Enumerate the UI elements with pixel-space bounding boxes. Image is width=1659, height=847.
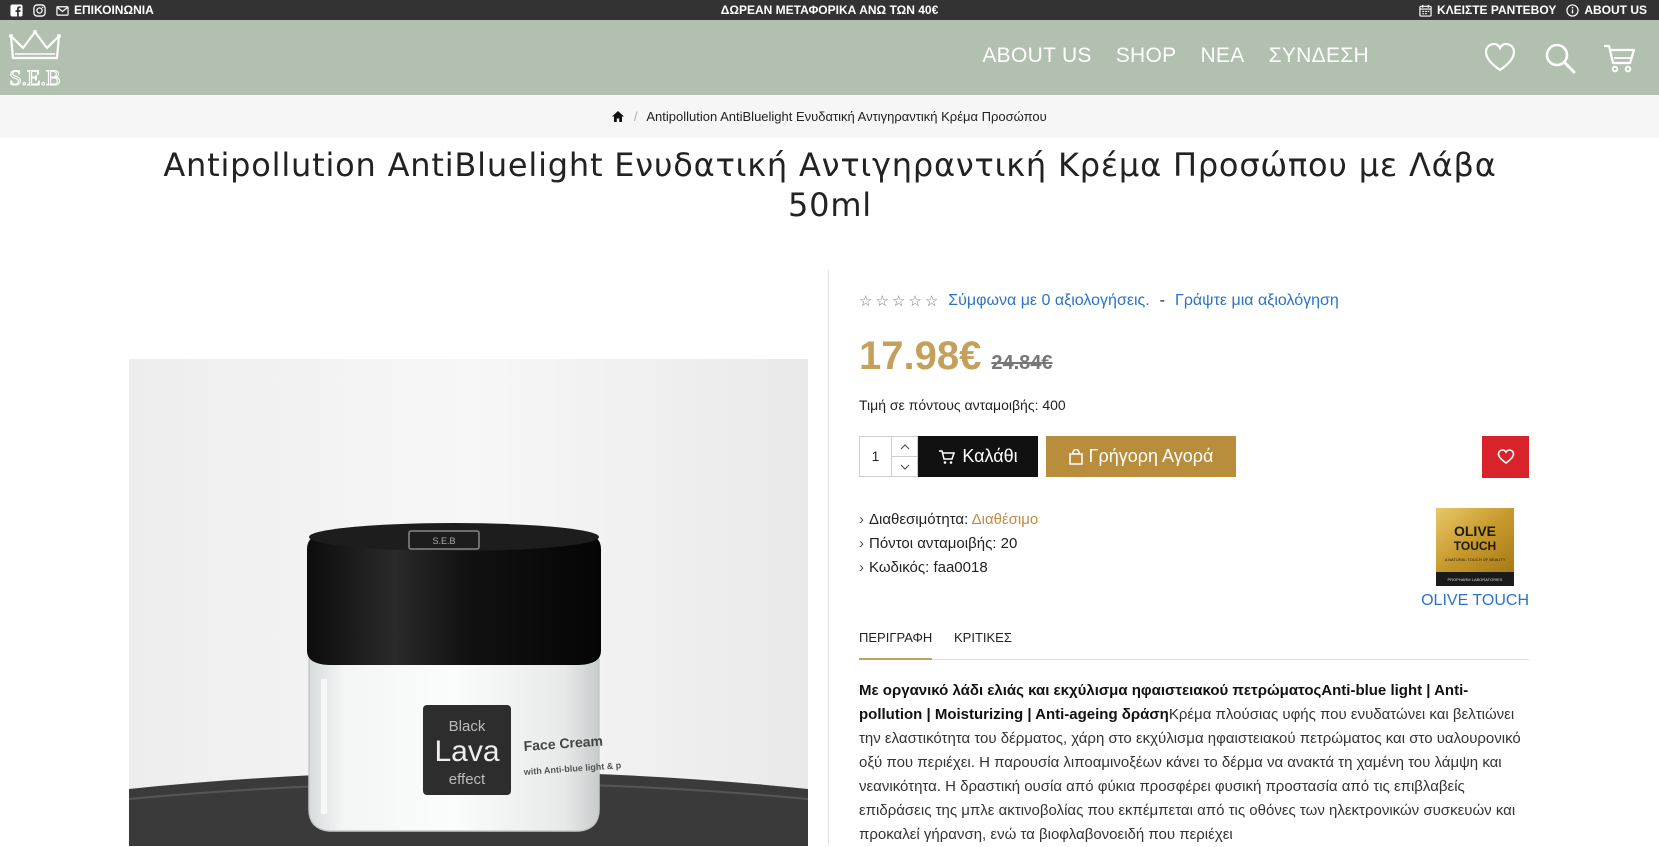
- star-icon: ☆: [924, 293, 939, 310]
- quick-buy-button[interactable]: Γρήγορη Αγορά: [1046, 436, 1236, 477]
- product-code-row: › Κωδικός: faa0018: [859, 556, 1038, 580]
- product-image[interactable]: S.E.B Black Lava effect Face Cream with …: [129, 359, 808, 846]
- shopping-bag-icon: [1068, 448, 1083, 465]
- old-price: 24.84€: [991, 352, 1053, 374]
- cart-icon: [939, 449, 956, 464]
- reward-points: Πόντοι ανταμοιβής: 20: [869, 535, 1018, 552]
- reviews-separator: -: [1159, 292, 1165, 309]
- svg-text:A NATURAL TOUCH OF BEAUTY: A NATURAL TOUCH OF BEAUTY: [1445, 557, 1506, 562]
- page-title: Antipollution AntiBluelight Ενυδατική Αν…: [163, 146, 1497, 224]
- cart-icon[interactable]: [1603, 42, 1637, 74]
- breadcrumb-separator: /: [633, 109, 638, 124]
- tab-reviews[interactable]: ΚΡΙΤΙΚΕΣ: [954, 630, 1012, 645]
- promo-text: ΔΩΡΕΑΝ ΜΕΤΑΦΟΡΙΚΑ ΑΝΩ ΤΩΝ 40€: [720, 3, 939, 17]
- availability-value: Διαθέσιμο: [971, 511, 1039, 528]
- chevron-up-icon[interactable]: [892, 437, 917, 457]
- calendar-icon: [1419, 4, 1432, 17]
- heart-icon: [1497, 449, 1514, 464]
- breadcrumb: / Antipollution AntiBluelight Ενυδατική …: [0, 95, 1659, 138]
- quick-buy-label: Γρήγορη Αγορά: [1088, 446, 1214, 466]
- svg-text:S.E.B: S.E.B: [432, 536, 455, 546]
- star-icon: ☆: [908, 293, 922, 310]
- svg-text:OLIVE: OLIVE: [1454, 523, 1496, 539]
- chevron-right-icon: ›: [859, 511, 864, 528]
- add-to-cart-label: Καλάθι: [962, 446, 1018, 466]
- description-text: Κρέμα πλούσιας υφής που ενυδατώνει και β…: [859, 706, 1521, 843]
- chevron-right-icon: ›: [859, 559, 864, 576]
- site-header: S.E.B ABOUT US SHOP ΝΕΑ ΣΥΝΔΕΣΗ: [0, 20, 1659, 95]
- reward-points-row: › Πόντοι ανταμοιβής: 20: [859, 532, 1038, 556]
- brand-logo[interactable]: OLIVE TOUCH A NATURAL TOUCH OF BEAUTY PR…: [1436, 508, 1514, 586]
- chevron-right-icon: ›: [859, 535, 864, 552]
- product-description: Με οργανικό λάδι ελιάς και εκχύλισμα ηφα…: [859, 679, 1527, 847]
- brand-link[interactable]: OLIVE TOUCH: [1420, 592, 1529, 610]
- star-rating: ☆ ☆ ☆ ☆ ☆: [859, 292, 938, 310]
- availability-row: › Διαθεσιμότητα: Διαθέσιμο: [859, 508, 1038, 532]
- heart-icon[interactable]: [1483, 42, 1517, 74]
- current-price: 17.98€: [859, 334, 982, 378]
- quantity-input[interactable]: 1: [859, 436, 892, 477]
- nav-item-login[interactable]: ΣΥΝΔΕΣΗ: [1269, 44, 1369, 68]
- reviews-count-link[interactable]: Σύμφωνα με 0 αξιολογήσεις.: [948, 292, 1149, 310]
- add-to-cart-button[interactable]: Καλάθι: [918, 436, 1038, 477]
- rating-row: ☆ ☆ ☆ ☆ ☆ Σύμφωνα με 0 αξιολογήσεις. - Γράψτ…: [859, 292, 1339, 310]
- search-icon[interactable]: [1543, 42, 1577, 74]
- tab-description[interactable]: ΠΕΡΙΓΡΑΦΗ: [859, 630, 933, 660]
- top-bar: ΕΠΙΚΟΙΝΩΝΙΑ ΔΩΡΕΑΝ ΜΕΤΑΦΟΡΙΚΑ ΑΝΩ ΤΩΝ 40…: [0, 0, 1659, 20]
- svg-text:effect: effect: [449, 771, 486, 788]
- breadcrumb-current: Antipollution AntiBluelight Ενυδατική Αν…: [646, 109, 1047, 124]
- nav-item-about[interactable]: ABOUT US: [982, 44, 1091, 68]
- appointment-link[interactable]: ΚΛΕΙΣΤΕ ΡΑΝΤΕΒΟΥ: [1419, 3, 1556, 17]
- about-link[interactable]: ABOUT US: [1566, 3, 1647, 17]
- quantity-stepper: [892, 436, 918, 477]
- about-label: ABOUT US: [1584, 3, 1647, 17]
- star-icon: ☆: [875, 293, 889, 310]
- logo[interactable]: S.E.B: [8, 28, 62, 91]
- home-icon[interactable]: [612, 109, 625, 124]
- chevron-down-icon[interactable]: [892, 457, 917, 476]
- column-divider: [828, 270, 829, 846]
- appointment-label: ΚΛΕΙΣΤΕ ΡΑΝΤΕΒΟΥ: [1437, 3, 1557, 17]
- info-icon: [1566, 3, 1580, 17]
- star-icon: ☆: [859, 293, 873, 310]
- buy-row: 1 Καλάθι Γρήγορη Αγορά: [859, 436, 1236, 477]
- product-tabs: ΠΕΡΙΓΡΑΦΗ ΚΡΙΤΙΚΕΣ: [859, 626, 1529, 660]
- nav-item-shop[interactable]: SHOP: [1116, 44, 1177, 68]
- svg-text:S.E.B: S.E.B: [9, 65, 60, 90]
- product-code: Κωδικός: faa0018: [869, 559, 988, 576]
- svg-text:PROPHARM LABORATORIES: PROPHARM LABORATORIES: [1448, 577, 1503, 582]
- svg-text:Lava: Lava: [434, 735, 499, 768]
- write-review-link[interactable]: Γράψτε μια αξιολόγηση: [1175, 292, 1339, 310]
- svg-text:TOUCH: TOUCH: [1454, 539, 1496, 553]
- crown-icon: S.E.B: [9, 30, 61, 91]
- wishlist-button[interactable]: [1482, 436, 1529, 478]
- nav-item-news[interactable]: ΝΕΑ: [1200, 44, 1244, 68]
- availability-label: Διαθεσιμότητα:: [869, 511, 969, 528]
- star-icon: ☆: [891, 293, 906, 310]
- svg-text:Black: Black: [449, 718, 486, 735]
- main-nav: ABOUT US SHOP ΝΕΑ ΣΥΝΔΕΣΗ: [982, 44, 1369, 68]
- points-price: Τιμή σε πόντους ανταμοιβής: 400: [859, 397, 1066, 413]
- price-block: 17.98€ 24.84€: [859, 334, 1053, 379]
- product-info: › Διαθεσιμότητα: Διαθέσιμο › Πόντοι ανταμο…: [859, 508, 1038, 580]
